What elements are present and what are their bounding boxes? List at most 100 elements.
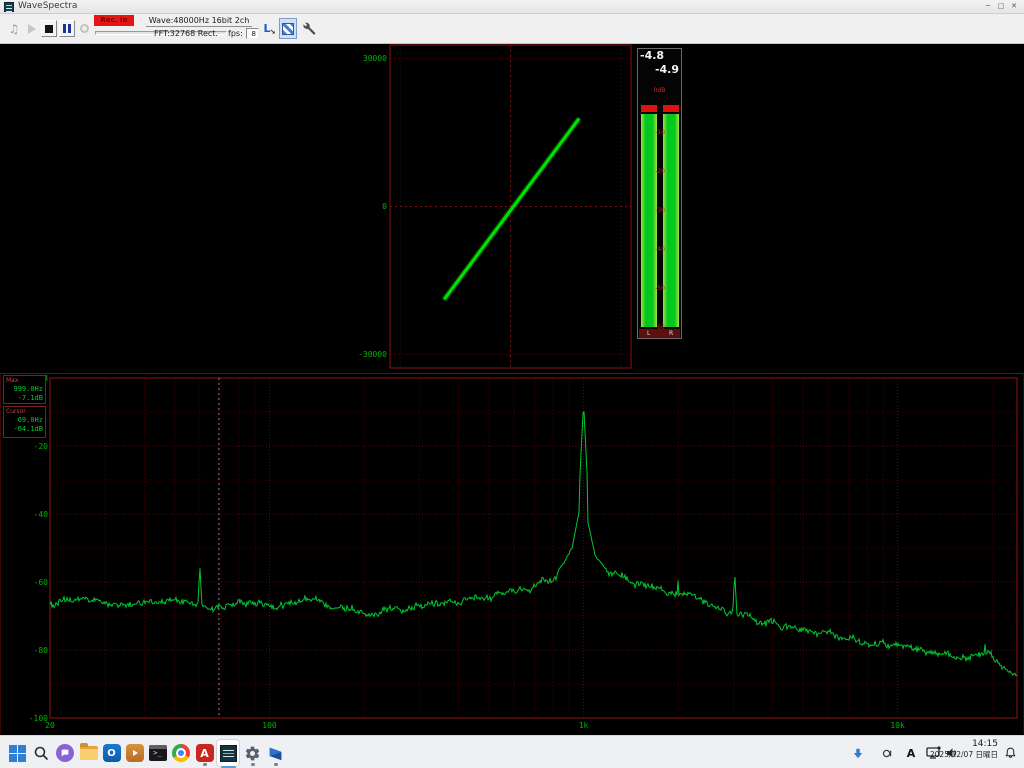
acrobat-icon: A <box>196 744 214 762</box>
svg-text:-60: -60 <box>34 578 49 587</box>
file-explorer-button[interactable] <box>77 740 100 766</box>
outlook-button[interactable]: O <box>100 740 123 766</box>
blue-app-button[interactable] <box>264 740 287 766</box>
cursor-title: Cursor <box>6 408 26 415</box>
meter-channel-strip: L R <box>639 329 680 338</box>
record-button[interactable] <box>78 22 91 35</box>
capture-button[interactable]: L↘ <box>262 19 277 38</box>
max-frequency: 999.0Hz <box>13 385 43 393</box>
max-level: -7.1dB <box>18 394 43 402</box>
svg-text:0: 0 <box>382 202 387 211</box>
wavespectra-icon <box>220 745 237 762</box>
acrobat-button[interactable]: A <box>193 740 216 766</box>
meter-bar-right <box>663 105 679 329</box>
max-title: Max <box>6 377 18 384</box>
terminal-button[interactable]: >_ <box>146 740 169 766</box>
orange-app-icon <box>126 744 144 762</box>
blue-app-icon <box>267 745 284 762</box>
max-readout-box: Max 999.0Hz -7.1dB <box>3 375 46 404</box>
wave-format-info: Wave:48000Hz 16bit 2ch <box>146 16 252 27</box>
scope-pane: 30000 0 -30000 -4.8 -4.9 0dB -10 -20 -30 -40 -… <box>0 44 1024 372</box>
record-icon <box>80 24 89 33</box>
chrome-icon <box>172 744 190 762</box>
pause-icon <box>63 24 66 33</box>
chat-app-button[interactable] <box>53 740 76 766</box>
orange-app-button[interactable] <box>123 740 146 766</box>
open-file-button[interactable]: ♫ <box>5 20 23 37</box>
cursor-readout-box: Cursor 69.0Hz -64.1dB <box>3 406 46 438</box>
channel-right-label: R <box>669 329 673 338</box>
svg-text:100: 100 <box>262 721 277 730</box>
taskbar: O >_ A <box>0 735 1024 768</box>
search-button[interactable] <box>29 740 52 766</box>
minimize-button[interactable]: ─ <box>982 2 994 10</box>
meter-tick-label: -10 <box>654 129 666 136</box>
wavespectra-window: WaveSpectra ─ □ ✕ ♫ Rec. In Wave:48000Hz… <box>0 0 1024 768</box>
hidden-icons-button[interactable] <box>848 740 868 766</box>
level-meter-panel: -4.8 -4.9 0dB -10-20-30-40-50-60 L R <box>637 48 682 339</box>
chrome-button[interactable] <box>169 740 192 766</box>
search-icon <box>33 745 49 761</box>
fft-info: FFT:32768 Rect. <box>146 29 226 38</box>
gear-icon <box>244 745 261 762</box>
svg-text:10k: 10k <box>890 721 905 730</box>
settings-button[interactable] <box>241 740 264 766</box>
svg-text:30000: 30000 <box>363 54 387 63</box>
chat-icon <box>56 744 74 762</box>
svg-text:-100: -100 <box>29 714 48 723</box>
app-icon <box>4 2 14 12</box>
wavespectra-taskbar-button[interactable] <box>217 740 240 766</box>
stop-icon <box>45 25 53 33</box>
play-icon <box>28 24 36 34</box>
record-input-indicator: Rec. In <box>94 15 134 26</box>
play-button[interactable] <box>25 20 39 37</box>
svg-text:-80: -80 <box>34 646 49 655</box>
outlook-icon: O <box>103 744 121 762</box>
cursor-level: -64.1dB <box>13 425 43 433</box>
svg-text:-30000: -30000 <box>358 350 387 359</box>
meter-tick-label: -40 <box>654 246 666 253</box>
notifications-button[interactable] <box>1000 740 1020 766</box>
music-note-icon: ♫ <box>9 22 20 36</box>
start-button[interactable] <box>6 740 29 766</box>
window-title: WaveSpectra <box>18 1 77 11</box>
folder-icon <box>80 746 98 760</box>
titlebar: WaveSpectra ─ □ ✕ <box>0 0 1024 14</box>
windows-logo-icon <box>9 745 26 762</box>
svg-text:1k: 1k <box>579 721 589 730</box>
config-button[interactable] <box>300 19 317 38</box>
pause-button[interactable] <box>59 20 75 37</box>
fps-value-field[interactable]: 8 <box>246 28 259 39</box>
clock[interactable]: 14:15 2025/12/07 日曜日 <box>898 739 998 760</box>
spectrum-pane: 201001k10k0dB-20-40-60-80-100 Max 999.0H… <box>0 372 1024 735</box>
display-settings-button[interactable] <box>279 18 297 39</box>
bell-icon <box>1004 746 1017 760</box>
meter-value-left: -4.8 <box>640 49 664 62</box>
close-button[interactable]: ✕ <box>1008 2 1020 10</box>
meter-tick-label: -20 <box>654 168 666 175</box>
stop-button[interactable] <box>41 20 57 37</box>
tray-device-button[interactable] <box>878 740 896 766</box>
maximize-button[interactable]: □ <box>995 2 1007 10</box>
meter-bar-left <box>641 105 657 329</box>
meter-tick-label: -50 <box>654 285 666 292</box>
cursor-frequency: 69.0Hz <box>18 416 43 424</box>
device-icon <box>882 748 893 759</box>
fps-label: fps: <box>228 29 243 38</box>
channel-left-label: L <box>647 329 650 338</box>
time-label: 14:15 <box>898 739 998 750</box>
terminal-icon: >_ <box>149 745 167 761</box>
arrow-down-icon <box>852 747 864 759</box>
meter-tick-label: -30 <box>654 207 666 214</box>
toolbar: ♫ Rec. In Wave:48000Hz 16bit 2ch FFT:327… <box>0 14 1024 44</box>
meter-0db-label: 0dB <box>638 87 681 94</box>
spectrum-plot[interactable]: 201001k10k0dB-20-40-60-80-100 <box>0 372 1024 735</box>
checker-icon <box>282 23 294 35</box>
date-label: 2025/12/07 日曜日 <box>898 750 998 760</box>
wrench-icon <box>301 21 316 36</box>
meter-value-right: -4.9 <box>655 63 679 76</box>
lissajous-scope: 30000 0 -30000 <box>0 44 1024 372</box>
svg-text:-40: -40 <box>34 510 49 519</box>
arrow-icon: ↘ <box>270 28 276 36</box>
svg-text:-20: -20 <box>34 442 49 451</box>
